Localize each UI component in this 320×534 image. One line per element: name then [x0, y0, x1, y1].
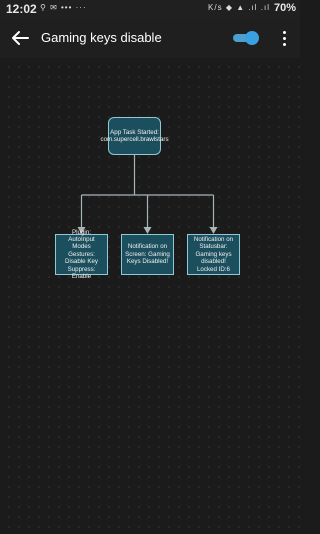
- action-node-autoinput[interactable]: Plugin: AutoInput Modes Gestures: Disabl…: [55, 229, 108, 280]
- arrowhead-2: [143, 227, 152, 234]
- action-node-label: Plugin: AutoInput Modes Gestures: Disabl…: [64, 228, 99, 281]
- profile-enabled-toggle[interactable]: [233, 31, 259, 45]
- action-node-label: Notification on Screen: Gaming Keys Disa…: [125, 243, 170, 266]
- action-node-label: Notification on Statusbar: Gaming keys d…: [193, 235, 234, 273]
- page-title: Gaming keys disable: [41, 30, 162, 45]
- toggle-thumb: [245, 31, 259, 45]
- signal-icons: K/s ◆ ▲ .ıl .ıl: [208, 3, 270, 12]
- trigger-node[interactable]: App Task Started: com.supercell.brawlsta…: [100, 117, 169, 155]
- action-node-notify-screen[interactable]: Notification on Screen: Gaming Keys Disa…: [121, 234, 174, 275]
- app-bar: Gaming keys disable: [0, 18, 300, 58]
- arrowhead-3: [209, 227, 218, 234]
- more-vert-icon: [283, 31, 286, 34]
- arrow-left-icon: [12, 31, 29, 45]
- notification-icons: ⚲ ✉ ••• ···: [40, 3, 87, 12]
- overflow-menu-button[interactable]: [276, 26, 292, 50]
- status-bar: 12:02 ⚲ ✉ ••• ··· K/s ◆ ▲ .ıl .ıl 70%: [0, 0, 300, 18]
- action-node-notify-statusbar[interactable]: Notification on Statusbar: Gaming keys d…: [187, 234, 240, 275]
- battery-level: 70%: [273, 2, 296, 14]
- back-button[interactable]: [8, 26, 32, 50]
- status-time: 12:02: [6, 2, 37, 16]
- flow-canvas[interactable]: App Task Started: com.supercell.brawlsta…: [0, 58, 300, 534]
- trigger-node-label: App Task Started: com.supercell.brawlsta…: [100, 128, 169, 143]
